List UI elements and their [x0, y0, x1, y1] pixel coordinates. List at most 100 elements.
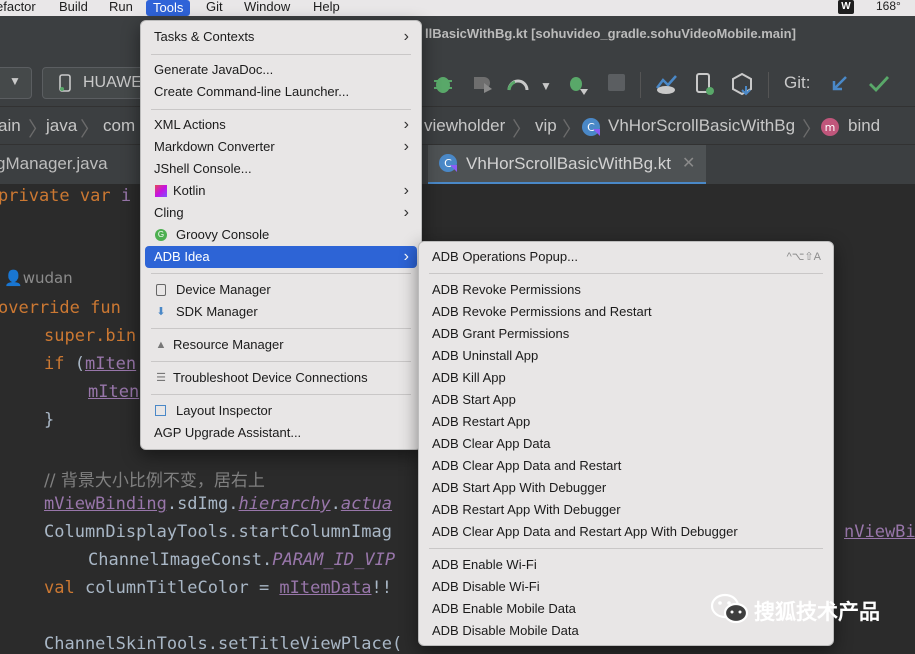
code-line: mIten: [88, 382, 140, 402]
author-hint: 👤wudan: [4, 269, 73, 287]
adb-item-uninstall-app[interactable]: ADB Uninstall App: [419, 345, 833, 367]
breadcrumb: ain 〉 java 〉 com viewholder 〉 vip 〉 C Vh…: [0, 106, 915, 145]
menu-item-sdk-manager[interactable]: ⬇ SDK Manager: [141, 301, 421, 323]
menu-item-create-launcher[interactable]: Create Command-line Launcher...: [141, 81, 421, 103]
menu-separator: [429, 273, 823, 274]
run-config-dropdown[interactable]: ▼: [0, 67, 32, 99]
toolbar-divider: [640, 72, 641, 98]
git-commit-icon[interactable]: [868, 74, 890, 94]
macos-menu-bar: efactor Build Run Tools Git Window Help …: [0, 0, 915, 16]
svg-text:C: C: [587, 121, 595, 134]
menu-separator: [151, 361, 411, 362]
breadcrumb-item-bind[interactable]: bind: [848, 116, 880, 136]
menu-separator: [151, 394, 411, 395]
menu-item-layout-inspector[interactable]: Layout Inspector: [141, 400, 421, 422]
menu-item-groovy-console[interactable]: G Groovy Console: [141, 224, 421, 246]
menu-item-xml-actions[interactable]: XML Actions ›: [141, 114, 421, 136]
apply-changes-icon[interactable]: [506, 74, 530, 94]
menu-git[interactable]: Git: [206, 0, 223, 17]
device-selector[interactable]: HUAWE: [42, 67, 154, 99]
adb-item-grant-permissions[interactable]: ADB Grant Permissions: [419, 323, 833, 345]
sdk-manager-icon: ⬇: [156, 306, 166, 318]
watermark-text: 搜狐技术产品: [754, 601, 880, 624]
menu-refactor[interactable]: efactor: [0, 0, 36, 17]
main-toolbar: ▼ HUAWE ▼ Git:: [0, 50, 915, 106]
breadcrumb-item-class[interactable]: VhHorScrollBasicWithBg: [608, 116, 795, 136]
breadcrumb-item-viewholder[interactable]: viewholder: [424, 116, 505, 136]
tab-active[interactable]: C VhHorScrollBasicWithBg.kt ✕: [428, 145, 706, 185]
adb-item-clear-data-restart[interactable]: ADB Clear App Data and Restart: [419, 455, 833, 477]
menu-help[interactable]: Help: [313, 0, 340, 17]
adb-item-clear-app-data[interactable]: ADB Clear App Data: [419, 433, 833, 455]
tab-log-manager[interactable]: gManager.java: [0, 154, 108, 174]
menu-item-resource-manager[interactable]: ▲ Resource Manager: [141, 334, 421, 356]
profile-icon[interactable]: [470, 73, 494, 95]
code-line: super.bin: [44, 326, 137, 346]
adb-item-revoke-permissions-restart[interactable]: ADB Revoke Permissions and Restart: [419, 301, 833, 323]
code-line-right: nViewBin: [844, 522, 915, 542]
adb-item-revoke-permissions[interactable]: ADB Revoke Permissions: [419, 279, 833, 301]
menu-item-kotlin[interactable]: Kotlin ›: [141, 180, 421, 202]
chevron-down-icon[interactable]: ▼: [540, 79, 552, 93]
adb-item-restart-app[interactable]: ADB Restart App: [419, 411, 833, 433]
breadcrumb-item-vip[interactable]: vip: [535, 116, 557, 136]
tab-active-label: VhHorScrollBasicWithBg.kt: [466, 154, 672, 173]
menu-item-device-manager[interactable]: Device Manager: [141, 279, 421, 301]
sync-gradle-icon[interactable]: [654, 72, 680, 96]
code-line: val columnTitleColor = mItemData!!: [44, 578, 393, 598]
menu-item-markdown-converter[interactable]: Markdown Converter ›: [141, 136, 421, 158]
menu-item-generate-javadoc[interactable]: Generate JavaDoc...: [141, 59, 421, 81]
watermark: 搜狐技术产品: [708, 590, 908, 630]
adb-item-restart-with-debugger[interactable]: ADB Restart App With Debugger: [419, 499, 833, 521]
chevron-right-icon: ›: [403, 248, 409, 265]
menu-item-jshell-console[interactable]: JShell Console...: [141, 158, 421, 180]
tools-menu: Tasks & Contexts › Generate JavaDoc... Cr…: [140, 20, 422, 450]
wps-app-icon[interactable]: W: [838, 0, 854, 14]
code-line: mViewBinding.sdImg.hierarchy.actua: [44, 494, 393, 514]
adb-idea-submenu: ADB Operations Popup... ^⌥⇧A ADB Revoke P…: [418, 241, 834, 646]
menu-item-agp-upgrade[interactable]: AGP Upgrade Assistant...: [141, 422, 421, 444]
menu-item-cling[interactable]: Cling ›: [141, 202, 421, 224]
breadcrumb-separator: 〉: [512, 119, 532, 141]
debug-icon[interactable]: [432, 73, 454, 95]
kotlin-icon: [155, 185, 167, 197]
adb-item-operations-popup[interactable]: ADB Operations Popup... ^⌥⇧A: [419, 246, 833, 268]
menu-run[interactable]: Run: [109, 0, 133, 17]
adb-item-enable-wifi[interactable]: ADB Enable Wi-Fi: [419, 554, 833, 576]
adb-item-start-app[interactable]: ADB Start App: [419, 389, 833, 411]
menu-item-troubleshoot[interactable]: ☰ Troubleshoot Device Connections: [141, 367, 421, 389]
menu-separator: [151, 273, 411, 274]
code-line: private var i: [0, 186, 132, 206]
code-line: ChannelImageConst.PARAM_ID_VIP: [88, 550, 396, 570]
method-icon: m: [821, 118, 839, 136]
sdk-manager-icon[interactable]: [730, 72, 754, 96]
code-line: ColumnDisplayTools.startColumnImag: [44, 522, 392, 542]
menu-item-tasks-contexts[interactable]: Tasks & Contexts ›: [141, 26, 421, 48]
breadcrumb-separator: 〉: [562, 119, 582, 141]
menu-build[interactable]: Build: [59, 0, 88, 17]
breadcrumb-item-java[interactable]: java: [46, 116, 77, 136]
stop-icon[interactable]: [608, 74, 625, 91]
person-icon: 👤: [4, 269, 23, 287]
menu-item-adb-idea[interactable]: ADB Idea ›: [145, 246, 417, 268]
avd-manager-icon[interactable]: [694, 72, 716, 96]
menu-window[interactable]: Window: [244, 0, 290, 17]
close-icon[interactable]: ✕: [682, 153, 695, 173]
adb-item-clear-data-restart-debugger[interactable]: ADB Clear App Data and Restart App With …: [419, 521, 833, 543]
temperature-indicator: 168°: [876, 0, 901, 13]
adb-item-kill-app[interactable]: ADB Kill App: [419, 367, 833, 389]
menu-separator: [151, 328, 411, 329]
adb-item-start-with-debugger[interactable]: ADB Start App With Debugger: [419, 477, 833, 499]
layout-inspector-icon: [155, 405, 166, 416]
code-comment: // 背景大小比例不变，居右上: [44, 471, 265, 491]
menu-tools[interactable]: Tools: [146, 0, 191, 16]
editor-tabs: gManager.java C VhHorScrollBasicWithBg.k…: [0, 144, 915, 185]
code-line: }: [44, 410, 55, 430]
device-name: HUAWE: [83, 74, 142, 91]
breadcrumb-item-main[interactable]: ain: [0, 116, 21, 136]
git-update-icon[interactable]: [830, 74, 850, 94]
breadcrumb-item-com[interactable]: com: [103, 116, 135, 136]
kotlin-class-icon: C: [439, 154, 457, 172]
svg-text:m: m: [825, 121, 836, 134]
attach-debugger-icon[interactable]: [566, 73, 590, 97]
